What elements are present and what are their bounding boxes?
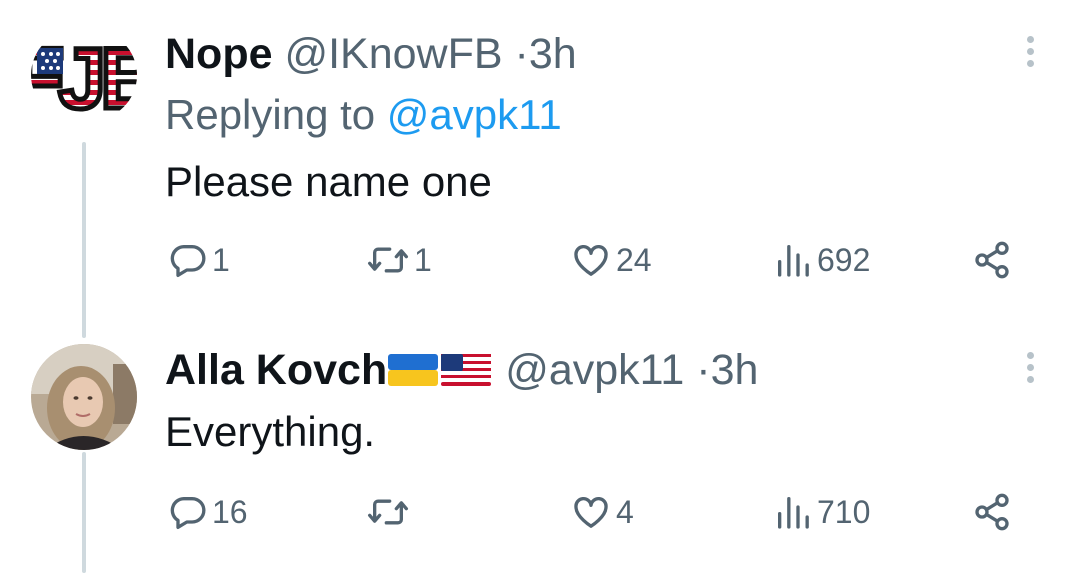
reply-icon — [170, 245, 206, 277]
share-icon — [975, 493, 1009, 531]
reply-icon — [170, 497, 206, 529]
like-icon — [574, 496, 608, 528]
tweet-header: Nope @IKnowFB ·3h — [165, 28, 577, 80]
like-button[interactable]: 24 — [570, 240, 652, 280]
share-button[interactable] — [972, 492, 1012, 532]
retweet-icon — [367, 499, 408, 525]
display-name[interactable]: Alla Kovch — [165, 346, 387, 394]
profile-photo — [31, 344, 137, 450]
views-count: 692 — [817, 241, 871, 278]
retweet-icon — [367, 247, 408, 273]
replying-to-label: Replying to — [165, 91, 376, 138]
views-button[interactable]: 692 — [773, 240, 870, 280]
share-button[interactable] — [972, 240, 1012, 280]
like-button[interactable]: 4 — [570, 492, 634, 532]
action-bar: 16 4 710 — [0, 492, 1080, 536]
separator-dot: · — [514, 30, 529, 78]
ukraine-flag-icon — [388, 353, 439, 386]
retweet-count: 1 — [414, 241, 432, 278]
like-count: 24 — [616, 241, 652, 278]
views-button[interactable]: 710 — [773, 492, 870, 532]
more-icon[interactable] — [1024, 352, 1036, 386]
separator-dot: · — [696, 346, 711, 394]
retweet-button[interactable]: 1 — [366, 240, 432, 280]
avatar[interactable] — [31, 344, 137, 450]
tweet-text: Please name one — [165, 158, 492, 205]
views-icon — [778, 245, 809, 277]
replying-to: Replying to @avpk11 — [165, 90, 562, 140]
tweet-text: Everything. — [165, 408, 376, 455]
reply-count: 16 — [212, 493, 248, 530]
retweet-button[interactable] — [366, 492, 414, 532]
reply-count: 1 — [212, 241, 230, 278]
views-icon — [778, 497, 809, 529]
reply-button[interactable]: 16 — [168, 492, 248, 532]
display-name[interactable]: Nope — [165, 30, 273, 78]
views-count: 710 — [817, 493, 871, 530]
share-icon — [975, 241, 1009, 279]
timestamp[interactable]: 3h — [529, 30, 577, 78]
avatar[interactable]: FJB — [31, 30, 137, 120]
user-handle[interactable]: @avpk11 — [505, 346, 684, 394]
reply-button[interactable]: 1 — [168, 240, 230, 280]
fjb-logo-avatar: FJB — [31, 30, 137, 120]
timestamp[interactable]: 3h — [711, 346, 759, 394]
like-icon — [574, 244, 608, 276]
more-icon[interactable] — [1024, 36, 1036, 70]
tweet-header: Alla Kovch @avpk11 ·3h — [165, 344, 758, 396]
avatar-logo-text: FJB — [31, 31, 137, 120]
mention-link[interactable]: @avpk11 — [387, 91, 562, 138]
user-handle[interactable]: @IKnowFB — [284, 30, 502, 78]
like-count: 4 — [616, 493, 634, 530]
usa-flag-icon — [441, 353, 492, 386]
action-bar: 1 1 24 692 — [0, 240, 1080, 284]
